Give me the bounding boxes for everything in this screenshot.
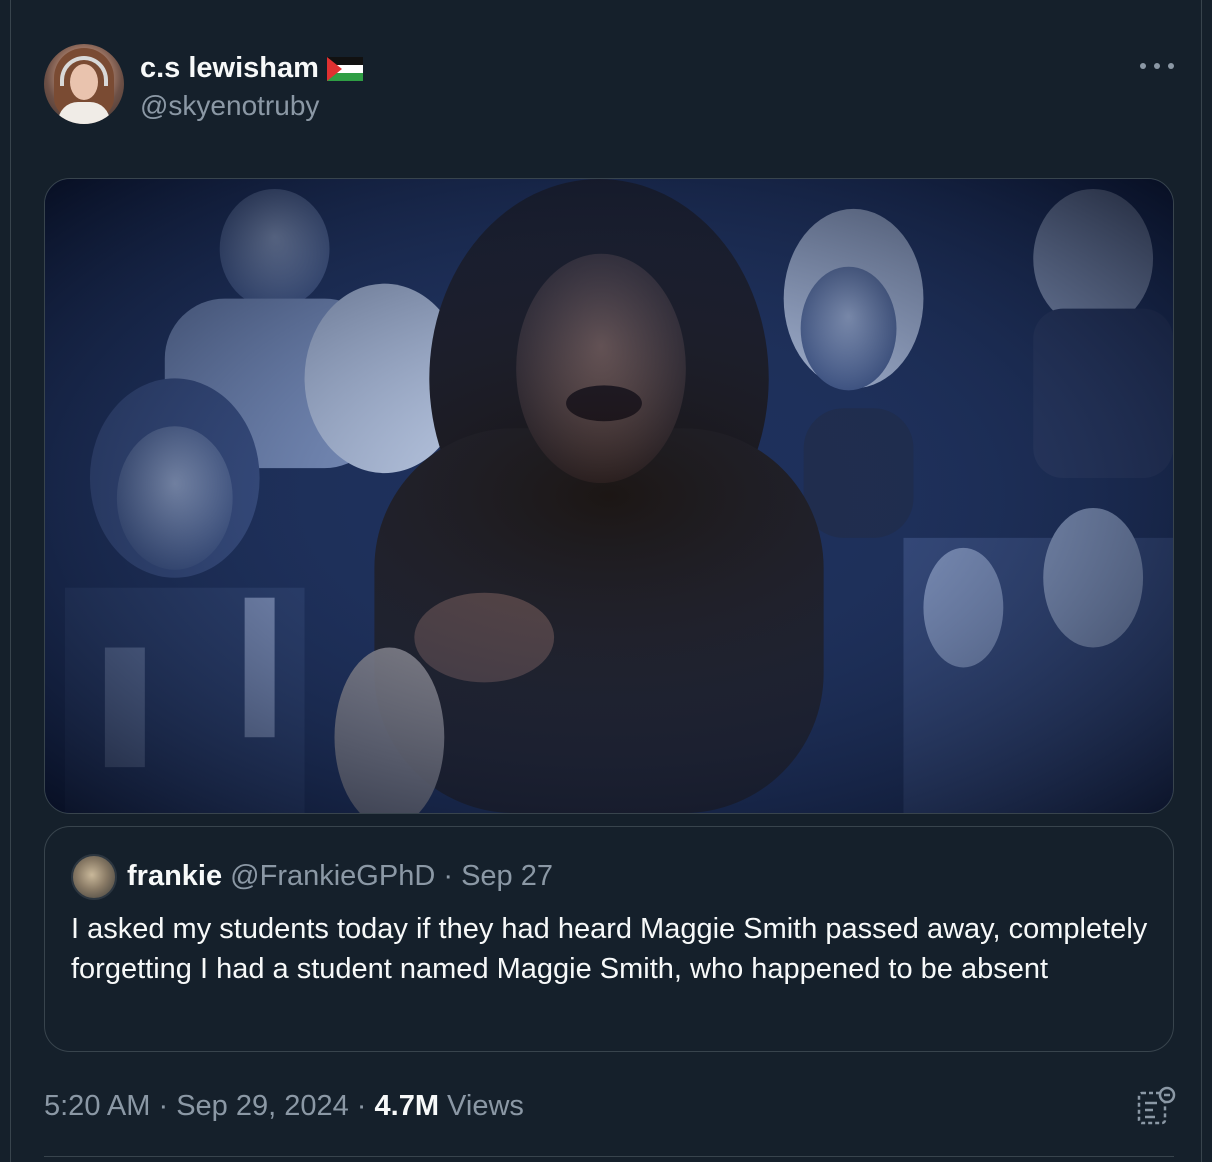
- author-display-name[interactable]: c.s lewisham: [140, 52, 363, 84]
- analytics-icon[interactable]: [1136, 1086, 1178, 1126]
- views-label: Views: [439, 1090, 524, 1122]
- author-name-text: c.s lewisham: [140, 52, 319, 84]
- tweet-date[interactable]: Sep 29, 2024: [176, 1090, 349, 1122]
- views-count: 4.7M: [374, 1090, 439, 1122]
- tweet-timestamp-row: 5:20 AM · Sep 29, 2024 · 4.7M Views: [44, 1086, 524, 1126]
- more-horizontal-icon[interactable]: [1140, 54, 1174, 78]
- quoted-tweet[interactable]: frankie @FrankieGPhD · Sep 27 I asked my…: [44, 826, 1174, 1052]
- quoted-tweet-header: frankie @FrankieGPhD · Sep 27: [127, 859, 553, 893]
- palestine-flag-icon: [326, 57, 363, 81]
- tweet-header: c.s lewisham @skyenotruby: [44, 44, 1174, 128]
- author-avatar[interactable]: [44, 44, 124, 124]
- quoted-author-avatar[interactable]: [71, 854, 117, 900]
- tweet-time[interactable]: 5:20 AM: [44, 1090, 150, 1122]
- author-handle[interactable]: @skyenotruby: [140, 90, 319, 122]
- quoted-tweet-text: I asked my students today if they had he…: [71, 913, 1148, 985]
- quoted-date[interactable]: Sep 27: [461, 860, 553, 892]
- timestamp-separator-2: ·: [348, 1090, 375, 1122]
- bottom-divider: [44, 1156, 1174, 1157]
- quoted-author-name[interactable]: frankie: [127, 860, 222, 892]
- media-illustration: [45, 179, 1173, 813]
- timestamp-separator-1: ·: [150, 1090, 177, 1122]
- quoted-author-handle[interactable]: @FrankieGPhD: [230, 860, 435, 892]
- tweet-media-image[interactable]: [44, 178, 1174, 814]
- quoted-separator: ·: [435, 860, 462, 892]
